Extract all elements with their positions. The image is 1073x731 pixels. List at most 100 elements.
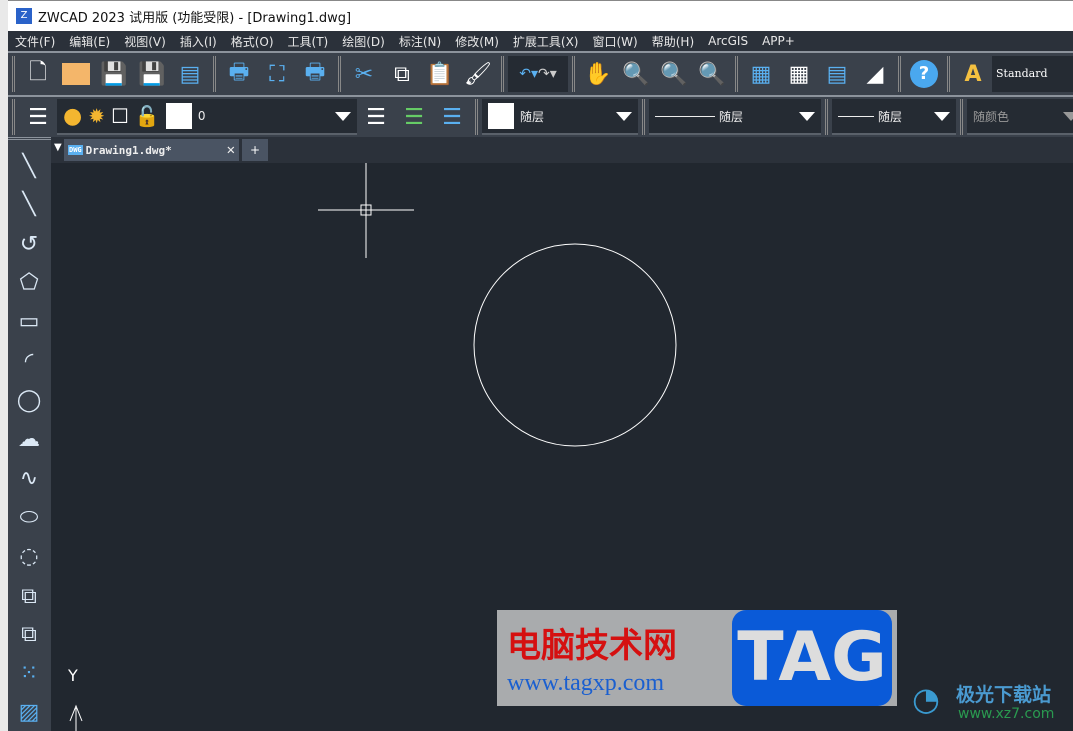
- polyline-icon[interactable]: ↺: [12, 228, 46, 262]
- zoom-previous-icon[interactable]: 🔍: [696, 58, 728, 90]
- menu-insert[interactable]: 插入(I): [173, 33, 224, 50]
- window-title: ZWCAD 2023 试用版 (功能受限) - [Drawing1.dwg]: [38, 10, 352, 26]
- menu-draw[interactable]: 绘图(D): [335, 33, 392, 50]
- xz7-logo-icon: ◔: [912, 680, 940, 718]
- color-select[interactable]: 随层: [482, 99, 638, 135]
- insert-block-icon[interactable]: ⧉: [12, 580, 46, 614]
- line-icon[interactable]: ╲: [12, 150, 46, 184]
- app-icon: Z: [16, 8, 32, 24]
- print-icon[interactable]: 🖶: [223, 58, 255, 90]
- chevron-down-icon[interactable]: [799, 112, 815, 121]
- layers-toolbar: ☰ ● ✹ ☐ 🔓 0 ☰ ☰ ☰ 随层 随层 随层 随颜色: [8, 95, 1073, 137]
- make-block-icon[interactable]: ⧉: [12, 618, 46, 652]
- help-icon[interactable]: ?: [908, 58, 940, 90]
- close-tab-icon[interactable]: ✕: [227, 142, 235, 158]
- design-center-icon[interactable]: ▦: [783, 58, 815, 90]
- draw-toolbar: ╲ ╲ ↺ ⬠ ▭ ◜ ◯ ☁ ∿ ⬭ ◌ ⧉ ⧉ ⁙ ▨: [8, 137, 51, 731]
- ellipse-arc-icon[interactable]: ◌: [12, 540, 46, 574]
- zoom-realtime-icon[interactable]: 🔍: [620, 58, 652, 90]
- text-style-icon[interactable]: A: [957, 58, 989, 90]
- watermark-site2-name: 极光下载站: [956, 684, 1052, 706]
- layer-select[interactable]: ● ✹ ☐ 🔓 0: [57, 99, 357, 135]
- tab-label: Drawing1.dwg*: [85, 143, 172, 157]
- chevron-down-icon[interactable]: [335, 112, 351, 121]
- lineweight-value: 随层: [878, 109, 903, 124]
- linetype-select[interactable]: 随层: [649, 99, 821, 135]
- save-all-icon[interactable]: ▤: [174, 58, 206, 90]
- ellipse-icon[interactable]: ⬭: [12, 501, 46, 535]
- revision-cloud-icon[interactable]: ☁: [12, 423, 46, 457]
- standard-toolbar: 🗋 💾 💾 ▤ 🖶 ⛶ 🖶 ✂ ⧉ 📋 🖌 ↶▾ ↷▾ ✋ 🔍 🔍 🔍 ▦ ▦ ▤…: [8, 51, 1073, 95]
- layer-states-icon[interactable]: ☰: [436, 101, 468, 133]
- redo-icon[interactable]: ↷▾: [538, 66, 557, 82]
- layer-name: 0: [197, 109, 206, 123]
- menu-window[interactable]: 窗口(W): [586, 33, 645, 50]
- sheet-set-icon[interactable]: ◢: [859, 58, 891, 90]
- title-bar: Z ZWCAD 2023 试用版 (功能受限) - [Drawing1.dwg]: [8, 0, 1073, 31]
- tab-list-icon[interactable]: ▼: [54, 142, 62, 153]
- watermark-url2: www.xz7.com: [958, 706, 1055, 722]
- lineweight-select[interactable]: 随层: [832, 99, 956, 135]
- tab-drawing1[interactable]: DWG Drawing1.dwg* ✕: [64, 139, 239, 161]
- menu-view[interactable]: 视图(V): [117, 33, 173, 50]
- zoom-window-icon[interactable]: 🔍: [658, 58, 690, 90]
- menu-edit[interactable]: 编辑(E): [62, 33, 117, 50]
- chevron-down-icon[interactable]: [1063, 112, 1073, 121]
- plotstyle-select[interactable]: 随颜色: [967, 99, 1073, 135]
- properties-icon[interactable]: ▦: [745, 58, 777, 90]
- menu-arcgis[interactable]: ArcGIS: [701, 34, 755, 48]
- open-folder-icon[interactable]: [60, 58, 92, 90]
- save-as-icon[interactable]: 💾: [136, 58, 168, 90]
- make-current-layer-icon[interactable]: ☰: [360, 101, 392, 133]
- menu-extensions[interactable]: 扩展工具(X): [506, 33, 586, 50]
- menu-tools[interactable]: 工具(T): [281, 33, 336, 50]
- ucs-y-label: Y: [68, 666, 78, 685]
- menu-app[interactable]: APP+: [755, 34, 802, 48]
- new-tab-button[interactable]: +: [242, 139, 268, 161]
- cut-icon[interactable]: ✂: [348, 58, 380, 90]
- menu-dimension[interactable]: 标注(N): [392, 33, 448, 50]
- paste-icon[interactable]: 📋: [424, 58, 456, 90]
- undo-redo-group[interactable]: ↶▾ ↷▾: [508, 56, 568, 92]
- menu-bar: 文件(F) 编辑(E) 视图(V) 插入(I) 格式(O) 工具(T) 绘图(D…: [8, 31, 1073, 51]
- layer-viewport-icon[interactable]: ☐: [111, 104, 129, 128]
- arc-icon[interactable]: ◜: [12, 345, 46, 379]
- match-properties-icon[interactable]: 🖌: [462, 58, 494, 90]
- plot-icon[interactable]: 🖶: [299, 58, 331, 90]
- layer-lock-icon[interactable]: 🔓: [135, 104, 160, 128]
- plotstyle-value: 随颜色: [973, 109, 1010, 124]
- layer-on-icon[interactable]: ●: [63, 104, 82, 129]
- layer-thaw-icon[interactable]: ✹: [88, 104, 105, 128]
- copy-icon[interactable]: ⧉: [386, 58, 418, 90]
- pan-hand-icon[interactable]: ✋: [582, 58, 614, 90]
- menu-modify[interactable]: 修改(M): [448, 33, 506, 50]
- layer-previous-icon[interactable]: ☰: [398, 101, 430, 133]
- dwg-file-icon: DWG: [68, 145, 83, 155]
- circle-entity[interactable]: [473, 243, 677, 447]
- point-icon[interactable]: ⁙: [12, 657, 46, 691]
- hatch-icon[interactable]: ▨: [12, 696, 46, 730]
- menu-file[interactable]: 文件(F): [8, 33, 62, 50]
- print-preview-icon[interactable]: ⛶: [261, 58, 293, 90]
- menu-help[interactable]: 帮助(H): [645, 33, 701, 50]
- spline-icon[interactable]: ∿: [12, 462, 46, 496]
- menu-format[interactable]: 格式(O): [224, 33, 281, 50]
- watermark-tagxp: 电脑技术网 www.tagxp.com TAG: [497, 610, 897, 706]
- circle-icon[interactable]: ◯: [12, 384, 46, 418]
- crosshair-cursor: [318, 163, 414, 258]
- layer-manager-icon[interactable]: ☰: [22, 101, 54, 133]
- rectangle-icon[interactable]: ▭: [12, 305, 46, 339]
- polygon-icon[interactable]: ⬠: [12, 266, 46, 300]
- chevron-down-icon[interactable]: [616, 112, 632, 121]
- tool-palette-icon[interactable]: ▤: [821, 58, 853, 90]
- document-tab-bar: ▼ DWG Drawing1.dwg* ✕ +: [50, 137, 1073, 163]
- watermark-tag-badge: TAG: [732, 610, 892, 706]
- ray-icon[interactable]: ╲: [12, 188, 46, 222]
- undo-icon[interactable]: ↶▾: [519, 66, 538, 82]
- color-swatch: [488, 103, 514, 129]
- chevron-down-icon[interactable]: [934, 112, 950, 121]
- linetype-value: 随层: [719, 109, 744, 124]
- text-style-select[interactable]: Standard: [992, 56, 1073, 92]
- new-file-icon[interactable]: 🗋: [22, 58, 54, 90]
- save-icon[interactable]: 💾: [98, 58, 130, 90]
